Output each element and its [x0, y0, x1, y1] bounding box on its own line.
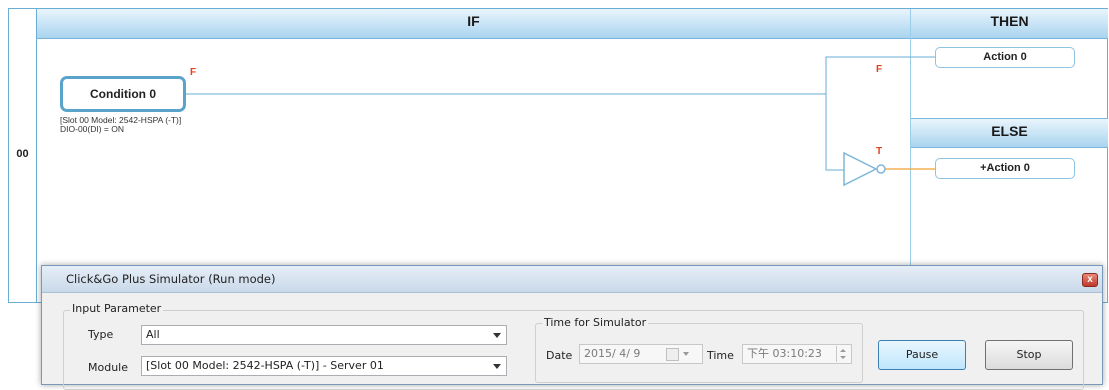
else-action-label: +Action 0	[980, 162, 1030, 174]
condition-detail-state: DIO-00(DI) = ON	[60, 124, 124, 134]
calendar-icon	[666, 348, 679, 361]
chevron-down-icon	[683, 352, 689, 356]
type-select-value: All	[146, 328, 160, 341]
date-picker[interactable]: 2015/ 4/ 9	[579, 344, 703, 364]
not-gate-bubble-icon	[876, 164, 886, 174]
stop-button[interactable]: Stop	[985, 340, 1073, 370]
module-select-value: [Slot 00 Model: 2542-HSPA (-T)] - Server…	[146, 359, 384, 372]
module-label: Module	[88, 361, 128, 374]
chevron-down-icon	[493, 364, 501, 369]
time-label: Time	[707, 349, 734, 362]
time-value: 下午 03:10:23	[747, 347, 822, 360]
then-branch-line	[825, 56, 935, 94]
pause-button[interactable]: Pause	[878, 340, 966, 370]
module-select[interactable]: [Slot 00 Model: 2542-HSPA (-T)] - Server…	[141, 356, 507, 376]
condition-label: Condition 0	[90, 87, 156, 101]
close-icon: x	[1087, 274, 1093, 285]
type-select[interactable]: All	[141, 325, 507, 345]
logic-connectors	[186, 56, 935, 187]
not-gate-icon	[843, 151, 878, 187]
condition-flag: F	[190, 67, 197, 78]
else-branch-line	[825, 94, 846, 171]
date-label: Date	[546, 349, 573, 362]
close-button[interactable]: x	[1082, 273, 1098, 287]
time-spinner[interactable]: 下午 03:10:23	[742, 344, 852, 364]
time-for-simulator-legend: Time for Simulator	[542, 316, 649, 329]
then-action-label: Action 0	[983, 51, 1027, 63]
dialog-title: Click&Go Plus Simulator (Run mode)	[66, 272, 276, 286]
date-value: 2015/ 4/ 9	[584, 347, 641, 360]
then-flag: F	[876, 64, 883, 75]
condition-block[interactable]: Condition 0	[60, 76, 186, 112]
type-label: Type	[88, 328, 114, 341]
then-action-block[interactable]: Action 0	[935, 47, 1075, 68]
simulator-dialog: Click&Go Plus Simulator (Run mode) x Inp…	[41, 265, 1103, 390]
spinner-arrows-icon	[836, 346, 849, 362]
else-flag: T	[876, 146, 883, 157]
chevron-down-icon	[493, 333, 501, 338]
input-parameter-legend: Input Parameter	[70, 302, 164, 315]
else-action-block[interactable]: +Action 0	[935, 158, 1075, 179]
dialog-titlebar[interactable]: Click&Go Plus Simulator (Run mode) x	[42, 266, 1102, 293]
